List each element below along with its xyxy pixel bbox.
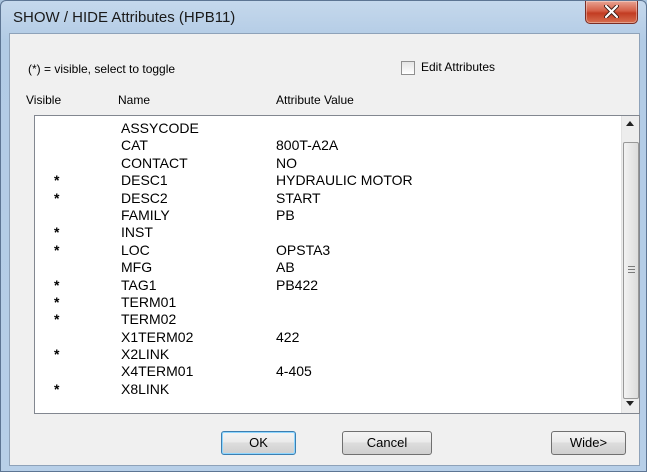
row-visible-marker: *	[54, 346, 60, 363]
grip-line	[628, 266, 635, 267]
row-attribute-name: X4TERM01	[121, 363, 194, 380]
visibility-hint: (*) = visible, select to toggle	[28, 62, 176, 76]
ok-button[interactable]: OK	[221, 431, 296, 455]
row-attribute-value: OPSTA3	[276, 241, 331, 258]
dialog-window: SHOW / HIDE Attributes (HPB11) (*) = vis…	[0, 0, 647, 472]
attribute-row[interactable]: X1TERM02 422	[35, 329, 620, 346]
column-header-name: Name	[118, 93, 151, 107]
row-attribute-value: START	[276, 189, 321, 206]
row-attribute-name: MFG	[121, 259, 153, 276]
row-attribute-name: TERM02	[121, 311, 177, 328]
row-attribute-name: ASSYCODE	[121, 120, 199, 136]
attribute-row[interactable]: * X8LINK	[35, 381, 620, 398]
attribute-row[interactable]: CONTACT NO	[35, 155, 620, 172]
row-visible-marker: *	[54, 380, 60, 397]
row-visible-marker: *	[54, 311, 60, 328]
row-attribute-name: CONTACT	[121, 154, 188, 171]
attribute-row[interactable]: * TERM01	[35, 294, 620, 311]
dialog-body: (*) = visible, select to toggle Edit Att…	[9, 33, 640, 466]
attribute-row[interactable]: * DESC2 START	[35, 190, 620, 207]
row-visible-marker: *	[54, 293, 60, 310]
row-attribute-name: X1TERM02	[121, 328, 194, 345]
attribute-row[interactable]: X4TERM01 4-405	[35, 363, 620, 380]
attribute-row[interactable]: * TERM02	[35, 311, 620, 328]
attribute-row[interactable]: * TAG1 PB422	[35, 277, 620, 294]
row-attribute-value: 422	[276, 328, 300, 345]
row-attribute-value: PB	[276, 206, 295, 223]
attribute-row[interactable]: MFG AB	[35, 259, 620, 276]
arrow-down-icon	[626, 401, 634, 406]
attribute-row[interactable]: FAMILY PB	[35, 207, 620, 224]
row-visible-marker: *	[54, 224, 60, 241]
row-attribute-name: X2LINK	[121, 346, 170, 363]
row-attribute-name: CAT	[121, 137, 148, 154]
column-header-value: Attribute Value	[276, 93, 354, 107]
wide-button[interactable]: Wide>	[551, 431, 626, 455]
cancel-button[interactable]: Cancel	[342, 431, 432, 455]
attributes-listbox[interactable]: ASSYCODE CAT 800T-A2A CONTACT NO * DESC1 HYDRAU…	[34, 115, 640, 414]
title-bar[interactable]: SHOW / HIDE Attributes (HPB11)	[1, 1, 646, 33]
attribute-row[interactable]: * LOC OPSTA3	[35, 242, 620, 259]
attribute-rows: ASSYCODE CAT 800T-A2A CONTACT NO * DESC1 HYDRAU…	[35, 120, 620, 398]
row-visible-marker: *	[54, 276, 60, 293]
grip-line	[628, 269, 635, 270]
row-attribute-value: HYDRAULIC MOTOR	[276, 172, 413, 189]
row-attribute-name: INST	[121, 224, 153, 241]
attribute-row[interactable]: ASSYCODE	[35, 120, 620, 137]
scroll-down-button[interactable]	[622, 396, 639, 413]
scroll-up-button[interactable]	[622, 116, 639, 133]
row-visible-marker: *	[54, 172, 60, 189]
row-attribute-value: 800T-A2A	[276, 137, 339, 154]
scrollbar-thumb[interactable]	[623, 142, 639, 399]
row-attribute-name: X8LINK	[121, 380, 170, 397]
close-button[interactable]	[585, 1, 638, 24]
attribute-row[interactable]: CAT 800T-A2A	[35, 137, 620, 154]
vertical-scrollbar[interactable]	[621, 116, 639, 413]
edit-attributes-checkbox[interactable]	[401, 61, 415, 75]
close-x-icon	[604, 5, 619, 18]
row-attribute-name: LOC	[121, 241, 150, 258]
attribute-row[interactable]: * DESC1 HYDRAULIC MOTOR	[35, 172, 620, 189]
row-visible-marker: *	[54, 189, 60, 206]
row-attribute-name: DESC1	[121, 172, 168, 189]
row-attribute-value: AB	[276, 259, 295, 276]
row-attribute-name: TAG1	[121, 276, 157, 293]
row-attribute-value: PB422	[276, 276, 319, 293]
row-attribute-name: DESC2	[121, 189, 168, 206]
arrow-up-icon	[626, 121, 634, 126]
window-title: SHOW / HIDE Attributes (HPB11)	[13, 9, 236, 26]
row-attribute-value: 4-405	[276, 363, 312, 380]
row-attribute-name: FAMILY	[121, 206, 170, 223]
row-attribute-name: TERM01	[121, 293, 177, 310]
attribute-row[interactable]: * INST	[35, 224, 620, 241]
row-attribute-value: NO	[276, 154, 297, 171]
column-header-visible: Visible	[26, 93, 62, 107]
row-visible-marker: *	[54, 241, 60, 258]
attribute-row[interactable]: * X2LINK	[35, 346, 620, 363]
grip-line	[628, 272, 635, 273]
edit-attributes-label: Edit Attributes	[421, 60, 496, 74]
